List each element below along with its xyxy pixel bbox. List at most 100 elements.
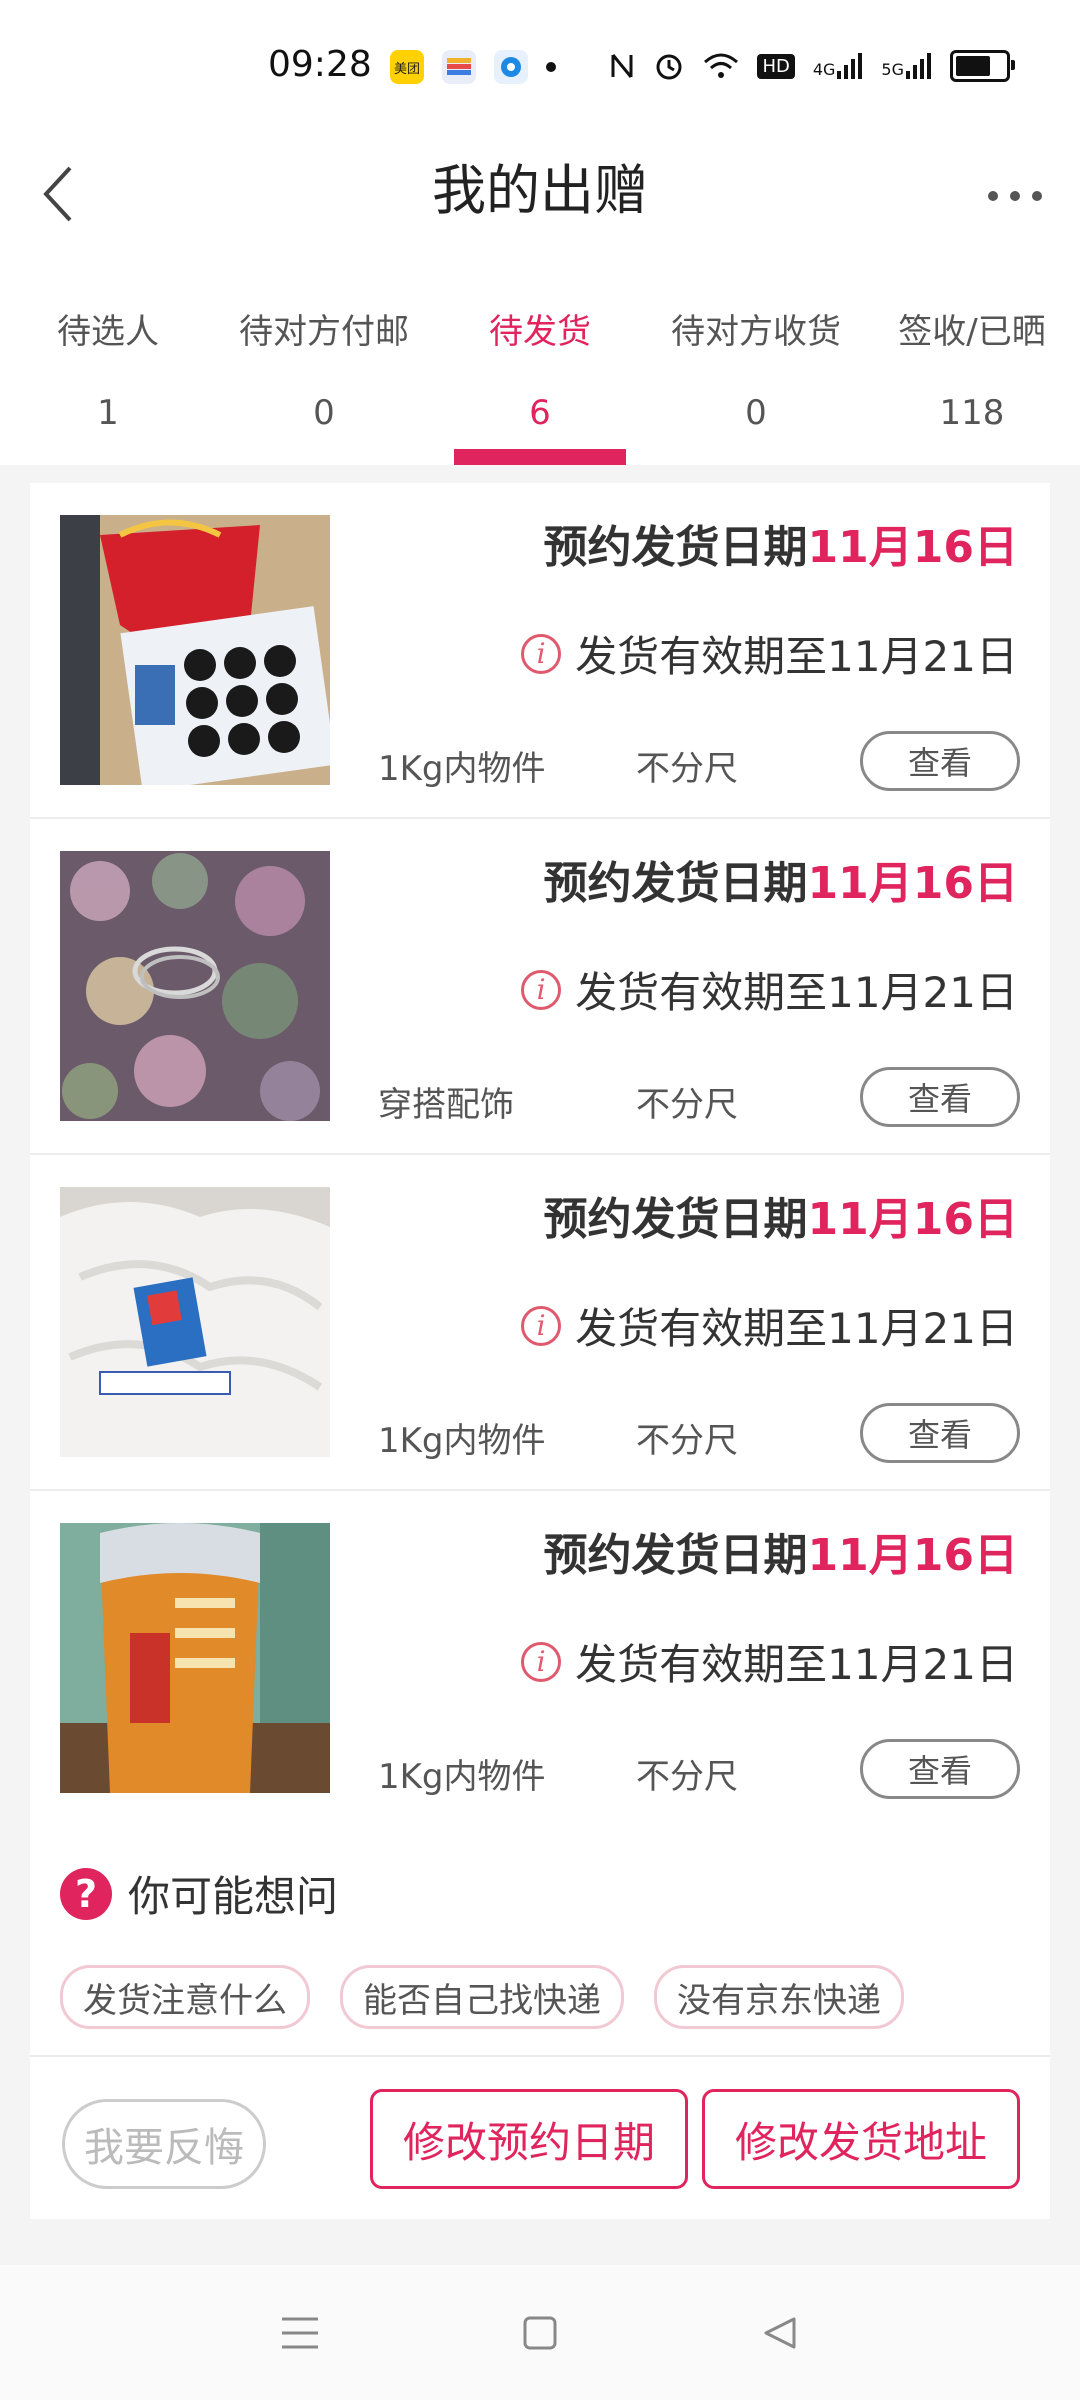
ship-date-label: 预约发货日期 <box>543 858 808 909</box>
tab-pending-selection[interactable]: 待选人 1 <box>0 290 216 465</box>
faq-title: 你可能想问 <box>128 1872 339 1921</box>
ship-date: 预约发货日期11月16日 <box>544 847 1018 911</box>
status-tabs: 待选人 1 待对方付邮 0 待发货 6 待对方收货 0 签收/已晒 118 <box>0 290 1080 465</box>
signal-5g-icon: 5G <box>881 53 932 79</box>
signal-4g-icon: 4G <box>813 53 864 79</box>
item-category: 1Kg内物件 <box>378 1757 546 1797</box>
home-nav-button[interactable] <box>515 2308 565 2358</box>
valid-until: i 发货有效期至11月21日 <box>521 1631 1018 1692</box>
valid-until: i 发货有效期至11月21日 <box>521 623 1018 684</box>
home-square-icon <box>523 2316 557 2349</box>
faq-chips: 发货注意什么 能否自己找快递 没有京东快递 <box>60 1965 904 2029</box>
ship-date-value: 11月16日 <box>807 1194 1018 1245</box>
ship-date-value: 11月16日 <box>807 858 1018 909</box>
tab-label: 待对方收货 <box>671 312 841 352</box>
view-button[interactable]: 查看 <box>860 1739 1020 1799</box>
meituan-app-icon: 美团 <box>390 50 424 84</box>
tab-count: 0 <box>745 393 767 433</box>
item-category: 1Kg内物件 <box>378 1421 546 1461</box>
ship-date: 预约发货日期11月16日 <box>544 511 1018 575</box>
ship-date: 预约发货日期11月16日 <box>544 1519 1018 1583</box>
change-date-button[interactable]: 修改预约日期 <box>370 2089 688 2189</box>
back-triangle-icon <box>764 2317 796 2348</box>
list-item[interactable]: 预约发货日期11月16日 i 发货有效期至11月21日 1Kg内物件 不分尺 查… <box>30 1491 1050 1827</box>
menu-icon <box>282 2317 318 2348</box>
app-header: 我的出赠 <box>0 136 1080 276</box>
alarm-icon <box>656 54 682 80</box>
valid-until-text: 发货有效期至11月21日 <box>575 1304 1018 1353</box>
faq-chip[interactable]: 没有京东快递 <box>654 1965 904 2029</box>
item-photo <box>60 1523 330 1793</box>
notification-icons: 美团 <box>390 50 556 84</box>
tab-pending-shipment[interactable]: 待发货 6 <box>432 290 648 465</box>
ship-date-label: 预约发货日期 <box>543 1194 808 1245</box>
tab-count: 6 <box>529 393 551 433</box>
info-icon: i <box>521 1305 562 1346</box>
menu-nav-button[interactable] <box>275 2308 325 2358</box>
faq-chip[interactable]: 发货注意什么 <box>60 1965 310 2029</box>
list-item[interactable]: 预约发货日期11月16日 i 发货有效期至11月21日 穿搭配饰 不分尺 查看 <box>30 819 1050 1155</box>
faq-chip[interactable]: 能否自己找快递 <box>340 1965 624 2029</box>
item-size: 不分尺 <box>636 1757 738 1797</box>
tab-pending-postage[interactable]: 待对方付邮 0 <box>216 290 432 465</box>
tab-signed-shared[interactable]: 签收/已晒 118 <box>864 290 1080 465</box>
valid-until: i 发货有效期至11月21日 <box>521 1295 1018 1356</box>
item-category: 穿搭配饰 <box>378 1085 514 1125</box>
ship-date-value: 11月16日 <box>807 1530 1018 1581</box>
valid-until-text: 发货有效期至11月21日 <box>575 1640 1018 1689</box>
tab-count: 1 <box>97 393 119 433</box>
item-photo <box>60 515 330 785</box>
wallet-app-icon <box>442 50 476 84</box>
item-photo <box>60 851 330 1121</box>
tab-pending-receipt[interactable]: 待对方收货 0 <box>648 290 864 465</box>
valid-until: i 发货有效期至11月21日 <box>521 959 1018 1020</box>
system-icons: HD 4G 5G <box>609 50 1015 82</box>
item-photo <box>60 1187 330 1457</box>
item-size: 不分尺 <box>636 1085 738 1125</box>
tab-label: 待对方付邮 <box>239 312 409 352</box>
info-icon: i <box>521 969 562 1010</box>
status-bar: 09:28 美团 HD 4G 5G <box>0 0 1080 136</box>
content-area: 预约发货日期11月16日 i 发货有效期至11月21日 1Kg内物件 不分尺 查… <box>0 465 1080 2265</box>
list-item[interactable]: 预约发货日期11月16日 i 发货有效期至11月21日 1Kg内物件 不分尺 查… <box>30 1155 1050 1491</box>
view-button[interactable]: 查看 <box>860 1403 1020 1463</box>
circle-app-icon <box>494 50 528 84</box>
tab-label: 签收/已晒 <box>898 312 1046 352</box>
view-button[interactable]: 查看 <box>860 1067 1020 1127</box>
item-size: 不分尺 <box>636 749 738 789</box>
status-time: 09:28 <box>268 44 372 85</box>
more-dots-icon <box>988 191 1042 201</box>
back-nav-button[interactable] <box>755 2308 805 2358</box>
active-tab-indicator <box>454 449 626 465</box>
more-options-button[interactable] <box>980 166 1050 226</box>
wifi-icon <box>704 53 739 78</box>
battery-icon <box>950 50 1015 82</box>
item-category: 1Kg内物件 <box>378 749 546 789</box>
item-size: 不分尺 <box>636 1421 738 1461</box>
info-icon: i <box>521 633 562 674</box>
page-title: 我的出赠 <box>432 159 648 222</box>
info-icon: i <box>521 1641 562 1682</box>
view-button[interactable]: 查看 <box>860 731 1020 791</box>
valid-until-text: 发货有效期至11月21日 <box>575 632 1018 681</box>
valid-until-text: 发货有效期至11月21日 <box>575 968 1018 1017</box>
regret-button[interactable]: 我要反悔 <box>62 2099 266 2189</box>
change-address-button[interactable]: 修改发货地址 <box>702 2089 1020 2189</box>
ship-date-value: 11月16日 <box>807 522 1018 573</box>
tab-count: 0 <box>313 393 335 433</box>
action-panel: 我要反悔 修改预约日期 修改发货地址 <box>30 2057 1050 2219</box>
list-item[interactable]: 预约发货日期11月16日 i 发货有效期至11月21日 1Kg内物件 不分尺 查… <box>30 483 1050 819</box>
ship-date-label: 预约发货日期 <box>543 1530 808 1581</box>
tab-label: 待发货 <box>489 312 591 352</box>
hd-icon: HD <box>757 53 795 79</box>
system-nav-bar <box>0 2265 1080 2400</box>
tab-label: 待选人 <box>57 312 159 352</box>
faq-panel: ? 你可能想问 发货注意什么 能否自己找快递 没有京东快递 <box>30 1825 1050 2057</box>
ship-date-label: 预约发货日期 <box>543 522 808 573</box>
ship-date: 预约发货日期11月16日 <box>544 1183 1018 1247</box>
faq-header: ? 你可能想问 <box>60 1863 338 1924</box>
dot-icon <box>546 62 556 72</box>
question-icon: ? <box>60 1867 112 1920</box>
tab-count: 118 <box>939 393 1005 433</box>
nfc-icon <box>611 54 633 78</box>
